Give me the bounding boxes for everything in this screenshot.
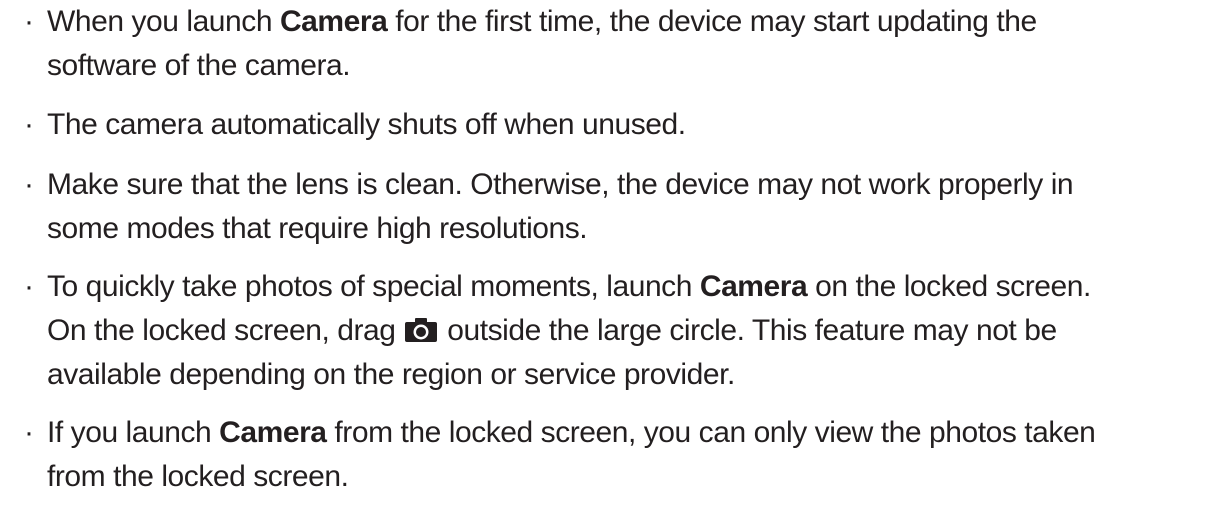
list-item-text: If you launch Camera from the locked scr…: [47, 411, 1219, 499]
text-line: Make sure that the lens is clean. Otherw…: [47, 168, 1074, 201]
list-item-text: To quickly take photos of special moment…: [47, 265, 1219, 397]
app-name-camera: Camera: [699, 270, 808, 303]
bullet-marker: ·: [24, 5, 34, 38]
list-item-text: When you launch Camera for the first tim…: [47, 0, 1219, 88]
list-item-text: The camera automatically shuts off when …: [47, 103, 1219, 147]
text-line: available depending on the region or ser…: [47, 358, 735, 391]
bullet-marker: ·: [24, 270, 34, 303]
text-line: from the locked screen.: [47, 460, 349, 493]
text-line: To quickly take photos of special moment…: [47, 270, 1091, 303]
text-line: If you launch Camera from the locked scr…: [47, 416, 1096, 449]
text-line: The camera automatically shuts off when …: [47, 108, 686, 141]
app-name-camera: Camera: [279, 5, 388, 38]
camera-icon: [404, 318, 438, 342]
bullet-marker: ·: [24, 168, 34, 201]
bullet-marker: ·: [24, 416, 34, 449]
list-item-text: Make sure that the lens is clean. Otherw…: [47, 163, 1219, 251]
camera-notes-list: · When you launch Camera for the first ti…: [0, 0, 1222, 519]
text-line: On the locked screen, drag outside the l…: [47, 314, 1057, 347]
bullet-marker: ·: [24, 108, 34, 141]
text-line: some modes that require high resolutions…: [47, 212, 588, 245]
text-line: software of the camera.: [47, 49, 351, 82]
text-line: When you launch Camera for the first tim…: [47, 5, 1037, 38]
app-name-camera: Camera: [219, 416, 327, 449]
